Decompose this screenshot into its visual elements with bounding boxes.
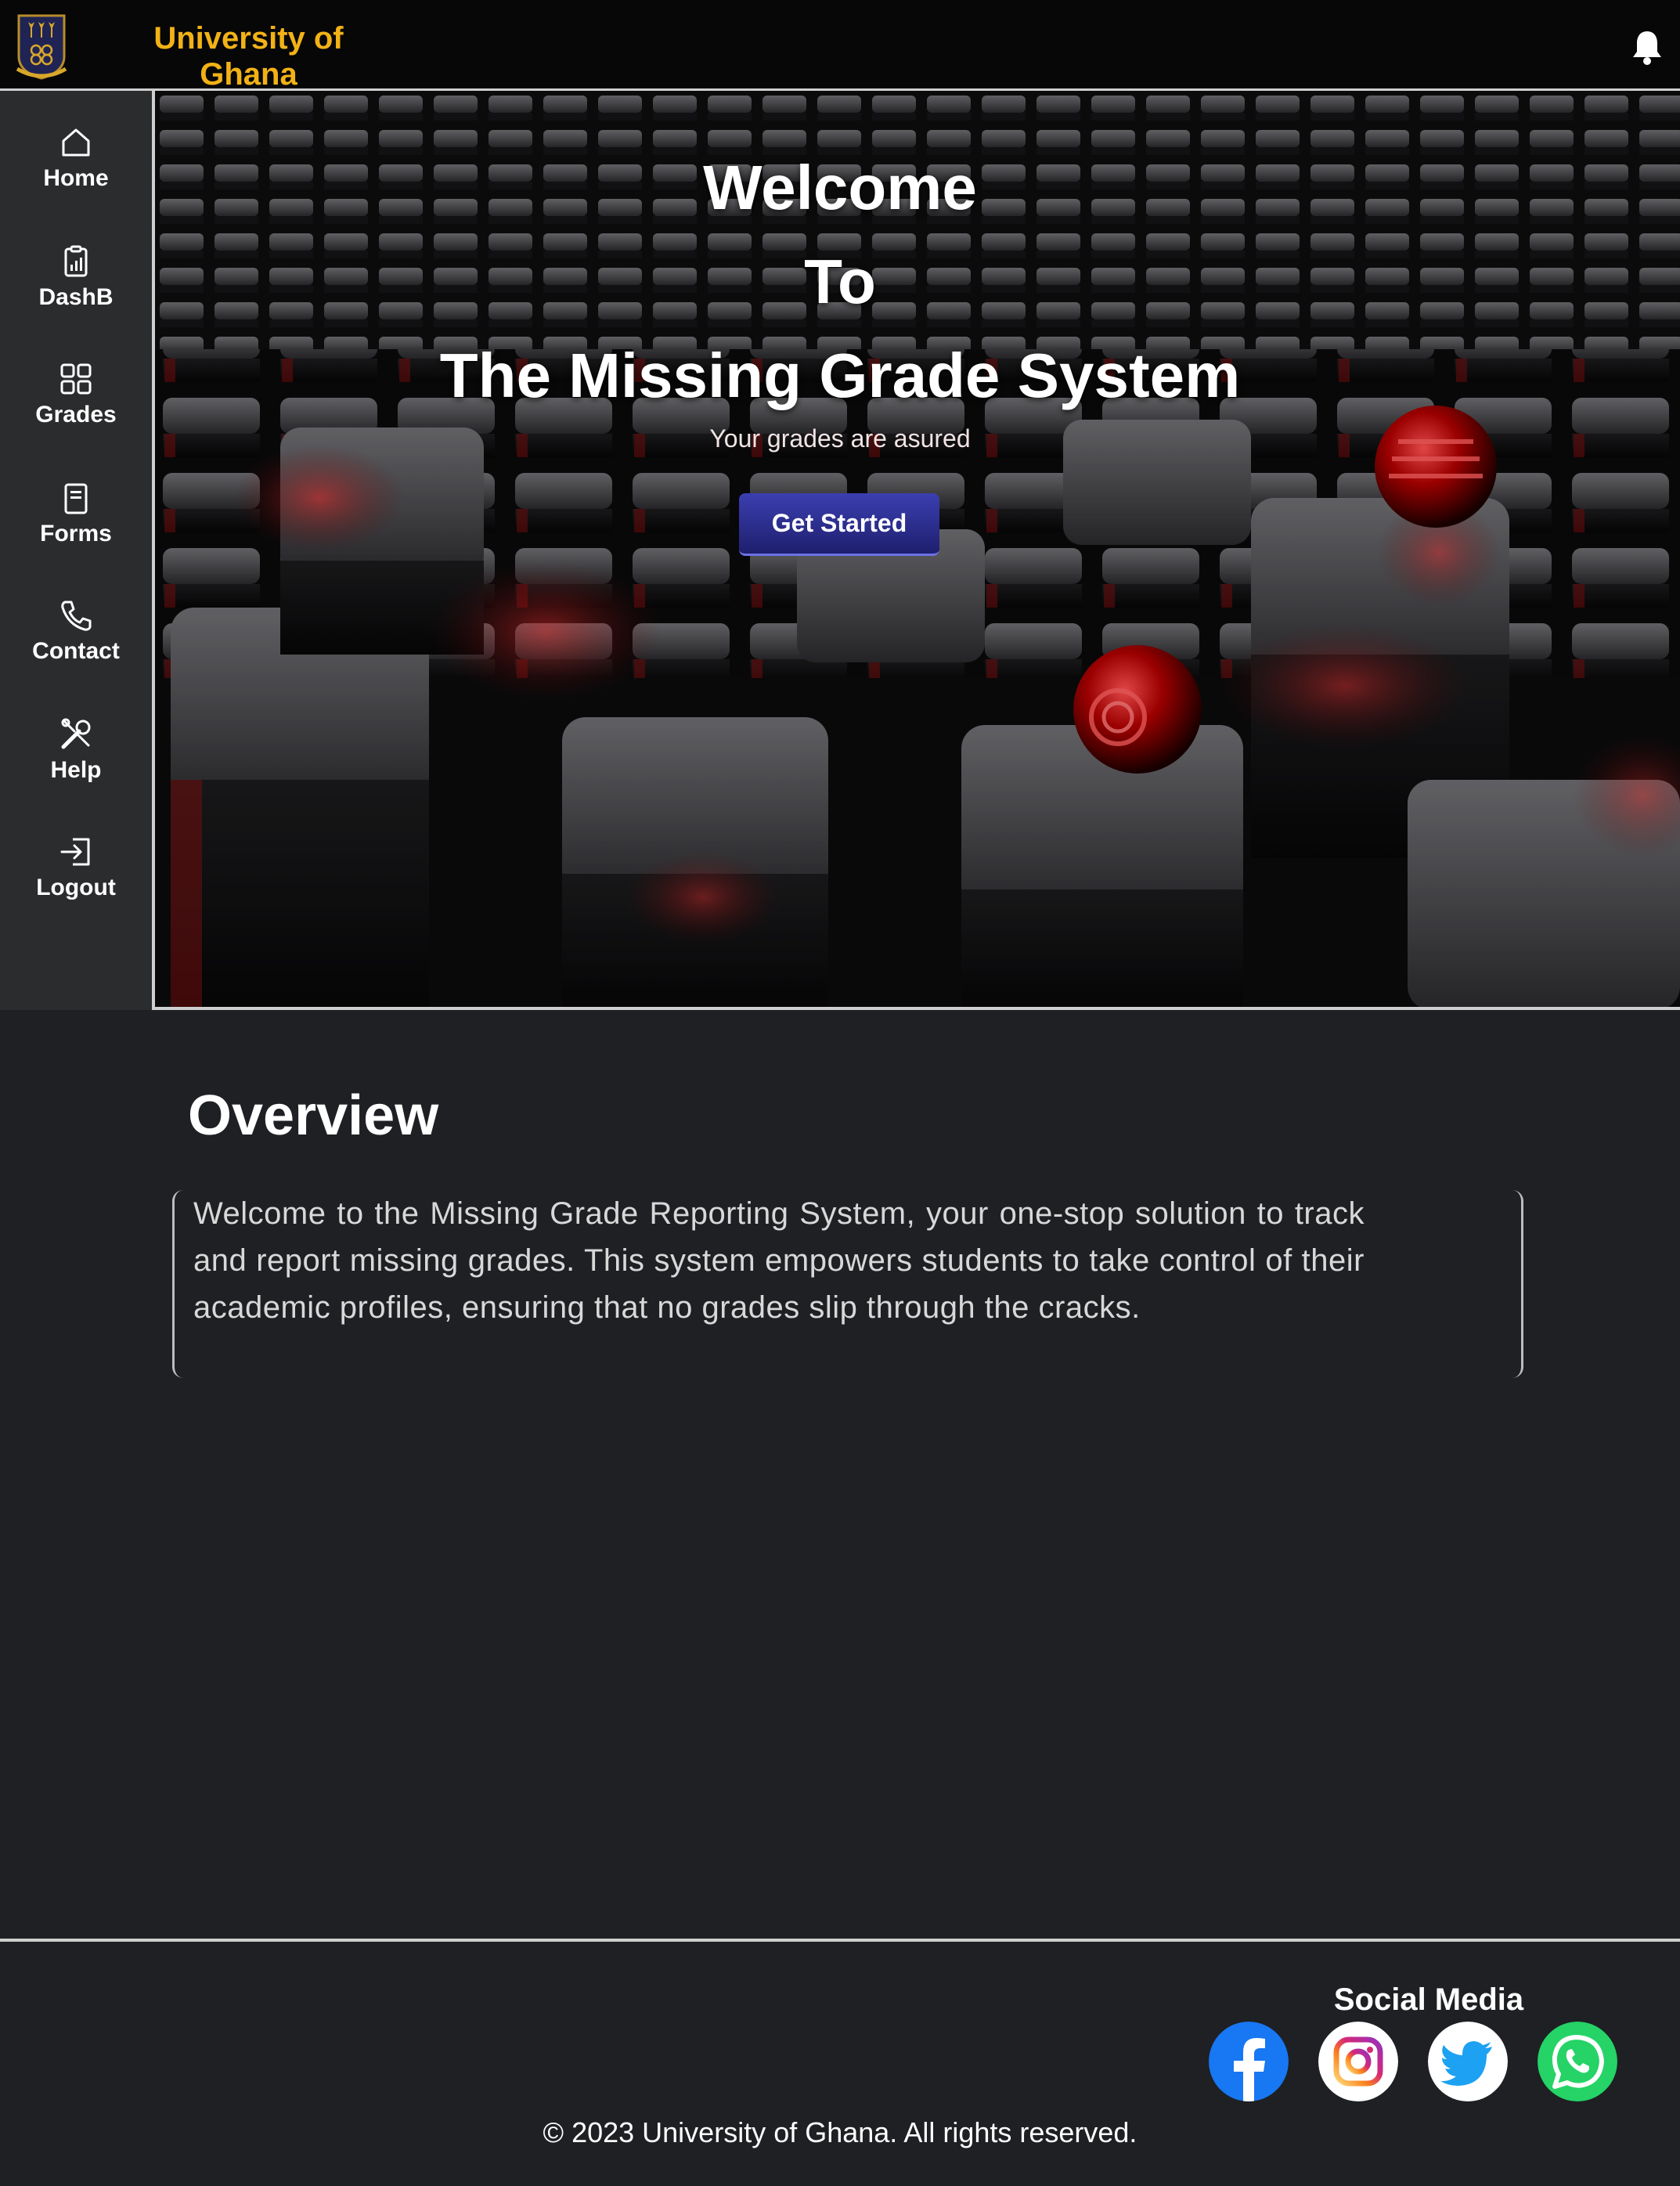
brand-line-2: Ghana: [200, 57, 297, 92]
hero-banner: Welcome To The Missing Grade System Your…: [155, 91, 1680, 1010]
sidebar-item-label: Help: [50, 757, 102, 783]
sidebar-item-label: DashB: [38, 284, 114, 310]
overview-title: Overview: [188, 1084, 439, 1147]
top-navbar: University of Ghana: [0, 0, 1680, 92]
brand-line-1: University of: [153, 21, 344, 56]
logout-icon: [60, 838, 90, 866]
facebook-icon[interactable]: [1209, 2022, 1289, 2101]
grid-icon: [60, 363, 92, 395]
social-media-title: Social Media: [1333, 1982, 1524, 2017]
sidebar-item-dashboard[interactable]: DashB: [0, 244, 152, 338]
phone-icon: [61, 601, 92, 631]
tools-icon: [61, 718, 91, 749]
sidebar-item-label: Grades: [35, 402, 117, 427]
sidebar-item-label: Contact: [32, 638, 120, 664]
sidebar-item-label: Logout: [36, 875, 116, 900]
overview-card: Welcome to the Missing Grade Reporting S…: [172, 1190, 1523, 1378]
bell-icon[interactable]: [1630, 28, 1664, 66]
sidebar-item-help[interactable]: Help: [0, 717, 152, 811]
sidebar-item-home[interactable]: Home: [0, 125, 152, 219]
hero-title: The Missing Grade System: [439, 341, 1241, 410]
university-name: University of Ghana: [125, 20, 372, 92]
sidebar-item-forms[interactable]: Forms: [0, 481, 152, 575]
sidebar: Home DashB Grades Forms Contact Help Log…: [0, 91, 155, 1010]
university-crest-logo[interactable]: [14, 11, 69, 80]
instagram-icon[interactable]: [1318, 2022, 1398, 2101]
twitter-icon[interactable]: [1428, 2022, 1508, 2101]
sidebar-item-logout[interactable]: Logout: [0, 835, 152, 929]
sidebar-item-grades[interactable]: Grades: [0, 362, 152, 456]
sidebar-item-label: Forms: [40, 521, 112, 546]
copyright-text: © 2023 University of Ghana. All rights r…: [543, 2116, 1137, 2148]
hero-welcome: Welcome: [703, 153, 977, 222]
hero-subtitle: Your grades are asured: [709, 424, 971, 453]
dashboard-icon: [64, 245, 88, 277]
home-icon: [62, 128, 90, 157]
overview-text: Welcome to the Missing Grade Reporting S…: [193, 1196, 1365, 1325]
footer: Social Media © 2023 University of Ghana.…: [0, 1939, 1680, 2186]
sidebar-item-contact[interactable]: Contact: [0, 598, 152, 692]
form-icon: [64, 483, 88, 514]
get-started-button[interactable]: Get Started: [739, 493, 939, 556]
sidebar-item-label: Home: [43, 165, 109, 191]
whatsapp-icon[interactable]: [1538, 2022, 1617, 2101]
hero-to: To: [804, 247, 876, 316]
